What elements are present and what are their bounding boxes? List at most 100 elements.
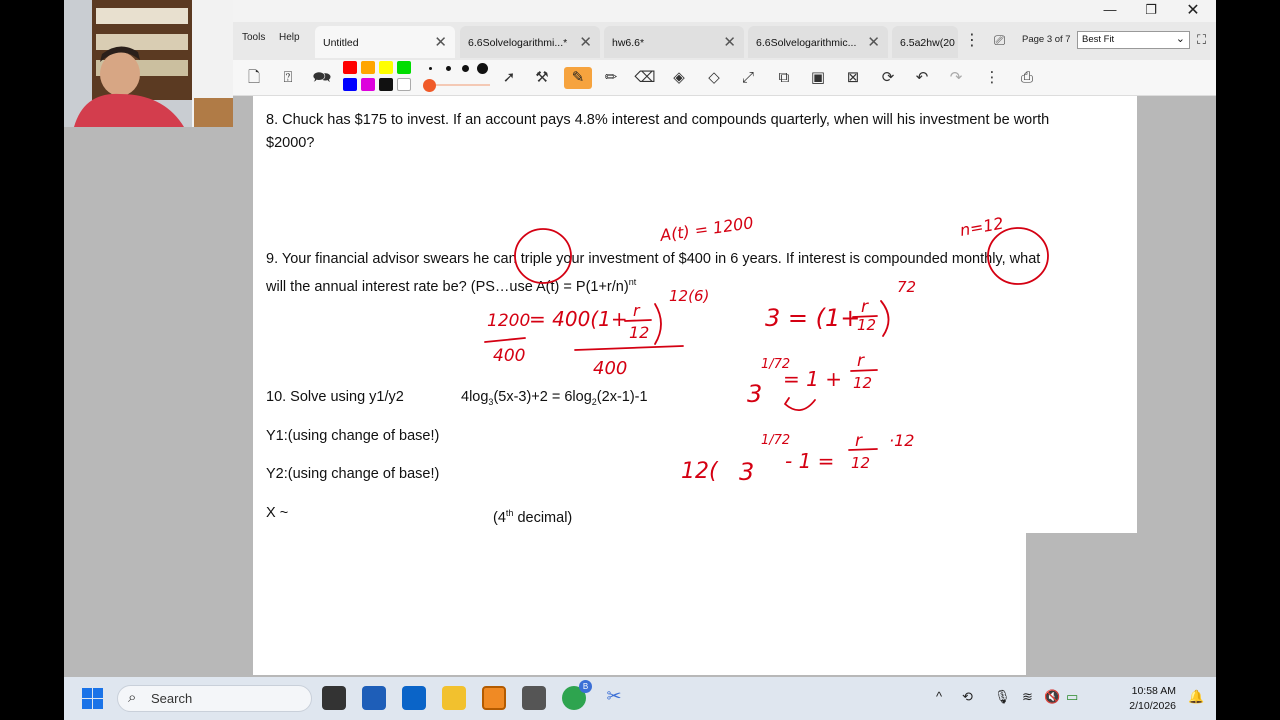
ink-eq1-left-den: 400 xyxy=(493,346,525,366)
ink-eq1-mid: = 400(1+ xyxy=(529,307,628,331)
color-blue-swatch[interactable] xyxy=(343,78,357,91)
maximize-icon[interactable]: ❐ xyxy=(1131,2,1171,20)
ink-a-of-t: A(t) = 1200 xyxy=(658,213,755,245)
screen-capture-icon[interactable]: ⎙ xyxy=(1015,67,1039,89)
eraser-icon[interactable]: ⌫ xyxy=(633,67,657,89)
chrome-icon[interactable]: B xyxy=(562,680,592,710)
tools-menu[interactable]: Tools xyxy=(242,32,265,43)
pen-icon[interactable]: ✎ xyxy=(564,67,592,89)
line-icon[interactable]: ⤢ xyxy=(736,67,760,89)
ink-eq3-base: 3 xyxy=(747,380,762,408)
ink-eq4-exp: 1/72 xyxy=(761,433,790,448)
shapes-icon[interactable]: ◇ xyxy=(702,67,726,89)
image-icon[interactable]: ▣ xyxy=(806,67,830,89)
presentation-icon[interactable]: ⎚ xyxy=(994,32,1005,49)
close-tab-icon[interactable]: ✕ xyxy=(434,33,447,51)
taskbar-search[interactable]: ⌕ Search xyxy=(117,685,312,712)
tab-label: hw6.6* xyxy=(612,37,645,49)
word-icon[interactable] xyxy=(362,686,386,710)
close-tab-icon[interactable]: ✕ xyxy=(867,33,880,51)
tutorial-icon[interactable]: ⍰ xyxy=(276,67,300,89)
sync-icon[interactable]: ⟲ xyxy=(962,689,973,705)
more-tabs-icon[interactable]: ⋮ xyxy=(964,30,980,50)
ink-eq4-mid: - 1 = xyxy=(785,449,834,473)
windows-start-icon[interactable] xyxy=(82,688,103,709)
drawing-toolbar: 🗋 ⍰ 🗪 ➚ ⚒ ✎ ✏ ⌫ ◈ ◇ ⤢ ⧉ ▣ ⊠ ⟳ ↶ ↷ ⋮ ⎙ xyxy=(64,60,1216,96)
clock[interactable]: 10:58 AM 2/10/2026 xyxy=(1129,684,1176,714)
annotation-app-icon[interactable] xyxy=(482,686,506,710)
document-page-lower xyxy=(253,533,1026,675)
fill-bucket-icon[interactable]: ◈ xyxy=(667,67,691,89)
color-white-swatch[interactable] xyxy=(397,78,411,91)
page-indicator: Page 3 of 7 xyxy=(1022,34,1071,45)
ink-eq2-num: r xyxy=(861,297,869,317)
color-magenta-swatch[interactable] xyxy=(361,78,375,91)
pen-size-small[interactable] xyxy=(429,67,432,70)
outlook-icon[interactable] xyxy=(402,686,426,710)
webcam-overlay xyxy=(64,0,233,127)
ink-eq2-paren xyxy=(880,300,890,337)
ink-eq3-arrow xyxy=(784,397,816,411)
title-bar: — ❐ ✕ xyxy=(64,0,1216,22)
tab-label: 6.5a2hw(20 xyxy=(900,37,955,49)
clear-page-icon[interactable]: ⊠ xyxy=(841,67,865,89)
comment-icon[interactable]: 🗪 xyxy=(310,67,334,89)
ink-eq1-left: 1200 xyxy=(487,311,530,331)
color-red-swatch[interactable] xyxy=(343,61,357,74)
speaker-mute-icon[interactable]: 🔇 xyxy=(1044,689,1060,705)
refresh-icon[interactable]: ⟳ xyxy=(876,67,900,89)
ink-eq1-paren xyxy=(654,303,662,345)
clock-time: 10:58 AM xyxy=(1131,685,1176,697)
tab-solvelog-2[interactable]: 6.6Solvelogarithmic... ✕ xyxy=(748,26,888,58)
search-placeholder: Search xyxy=(151,691,193,706)
color-orange-swatch[interactable] xyxy=(361,61,375,74)
ink-eq3-rhs: = 1 + xyxy=(783,367,842,391)
ink-layer: A(t) = 1200 n=12 1200 400 = 400(1+ r 12 … xyxy=(484,213,1049,486)
ink-eq3-num: r xyxy=(857,351,865,371)
pen-size-large[interactable] xyxy=(462,65,469,72)
wifi-icon[interactable]: ≋ xyxy=(1022,689,1033,705)
notifications-icon[interactable]: 🔔 xyxy=(1188,689,1204,705)
ink-eq4-den: 12 xyxy=(851,454,870,472)
tab-solvelog-1[interactable]: 6.6Solvelogarithmi...* ✕ xyxy=(460,26,600,58)
tab-hw66[interactable]: hw6.6* ✕ xyxy=(604,26,744,58)
zoom-select[interactable]: Best Fit ⌄ xyxy=(1077,31,1190,49)
color-green-swatch[interactable] xyxy=(397,61,411,74)
webcam-picture xyxy=(64,0,233,127)
pen-size-xlarge[interactable] xyxy=(477,63,488,74)
close-tab-icon[interactable]: ✕ xyxy=(579,33,592,51)
select-pointer-icon[interactable]: ➚ xyxy=(497,67,521,89)
more-options-icon[interactable]: ⋮ xyxy=(980,67,1004,89)
chevron-up-icon[interactable]: ^ xyxy=(936,689,942,704)
pen-size-medium[interactable] xyxy=(446,66,451,71)
ink-eq4-base: 3 xyxy=(739,458,754,486)
tools-icon[interactable]: ⚒ xyxy=(530,67,554,89)
tab-65a2hw[interactable]: 6.5a2hw(20 xyxy=(892,26,958,58)
microphone-icon[interactable]: 🎙 xyxy=(994,689,1011,705)
ink-eq1-frac-den: 12 xyxy=(629,323,649,342)
close-window-icon[interactable]: ✕ xyxy=(1173,0,1213,19)
help-menu[interactable]: Help xyxy=(279,32,300,43)
tab-untitled[interactable]: Untitled ✕ xyxy=(315,26,455,58)
snipping-tool-icon[interactable]: ✂ xyxy=(602,686,626,710)
undo-icon[interactable]: ↶ xyxy=(910,67,934,89)
redo-icon[interactable]: ↷ xyxy=(944,67,968,89)
ink-eq1-left-bar xyxy=(484,337,526,343)
color-black-swatch[interactable] xyxy=(379,78,393,91)
color-yellow-swatch[interactable] xyxy=(379,61,393,74)
highlighter-icon[interactable]: ✏ xyxy=(599,67,623,89)
ink-eq3-den: 12 xyxy=(853,374,872,392)
opacity-slider-handle[interactable] xyxy=(423,79,436,92)
ink-eq2-den: 12 xyxy=(857,316,876,334)
minimize-icon[interactable]: — xyxy=(1090,2,1130,20)
close-tab-icon[interactable]: ✕ xyxy=(723,33,736,51)
fullscreen-icon[interactable]: ⛶ xyxy=(1197,32,1206,48)
battery-icon[interactable]: ▭ xyxy=(1066,689,1078,705)
file-icon[interactable]: 🗋 xyxy=(242,67,266,89)
document-page: 8. Chuck has $175 to invest. If an accou… xyxy=(253,96,1137,533)
pages-icon[interactable]: ⧉ xyxy=(772,67,796,89)
task-view-icon[interactable] xyxy=(322,686,346,710)
ink-eq1-bar xyxy=(574,345,684,351)
app-icon[interactable] xyxy=(522,686,546,710)
file-explorer-icon[interactable] xyxy=(442,686,466,710)
